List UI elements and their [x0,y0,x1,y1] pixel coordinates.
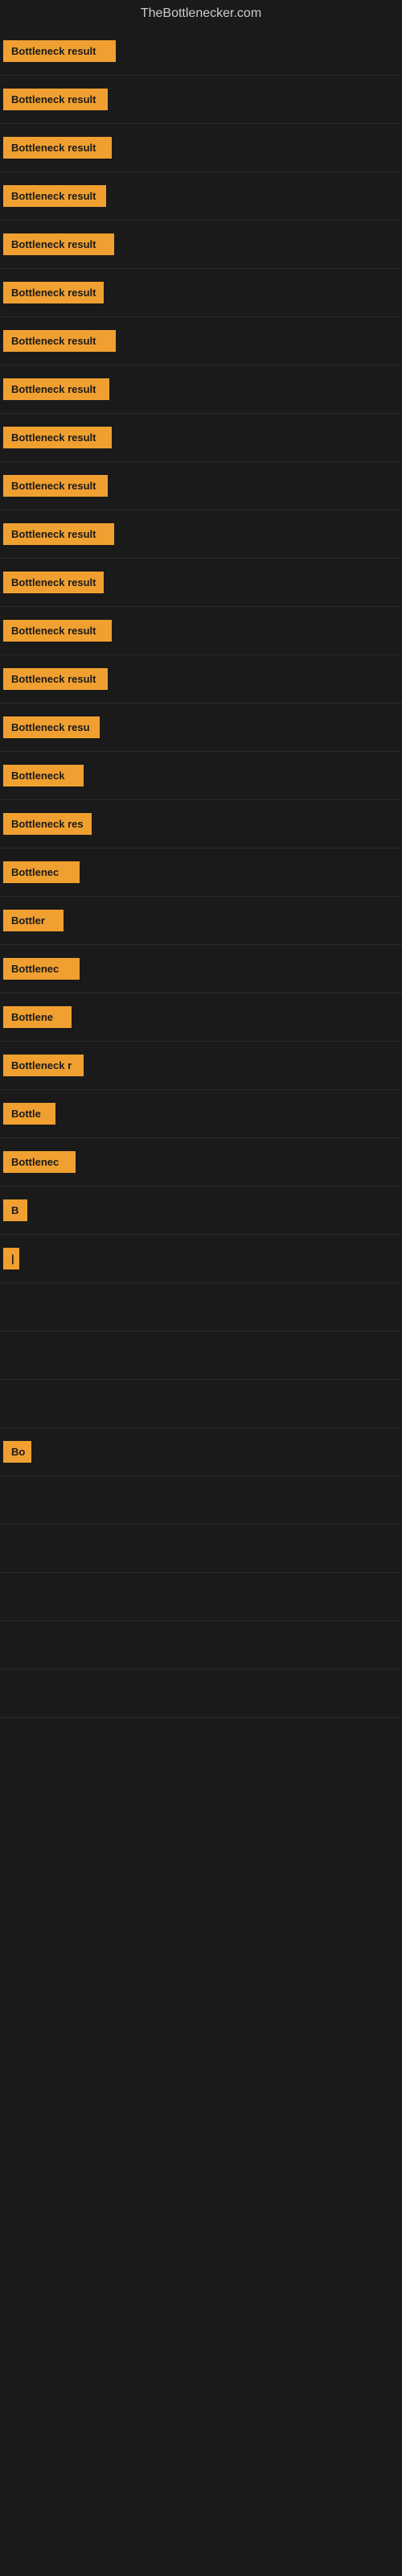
list-item: Bottle [0,1090,402,1138]
bottleneck-badge[interactable]: Bottleneck result [3,185,106,207]
bottleneck-badge[interactable]: Bottlene [3,1006,72,1028]
bottleneck-badge[interactable]: Bottleneck result [3,427,112,448]
list-item: Bottleneck result [0,269,402,317]
list-item: Bottleneck resu [0,704,402,752]
bottleneck-badge[interactable]: Bottleneck res [3,813,92,835]
bottleneck-badge[interactable]: Bottleneck result [3,668,108,690]
list-item: Bottleneck result [0,559,402,607]
bottleneck-badge[interactable]: Bottleneck result [3,137,112,159]
list-item [0,1573,402,1621]
bottleneck-badge[interactable]: Bottleneck result [3,523,114,545]
list-item [0,1621,402,1670]
bottleneck-badge[interactable]: Bottleneck result [3,378,109,400]
list-item: B [0,1187,402,1235]
bottleneck-badge[interactable]: Bottleneck result [3,282,104,303]
bottleneck-badge[interactable]: Bottleneck result [3,40,116,62]
bottleneck-badge[interactable]: Bottler [3,910,64,931]
bottleneck-badge[interactable]: | [3,1248,19,1269]
list-item: Bottleneck r [0,1042,402,1090]
list-item: Bottleneck result [0,124,402,172]
bottleneck-badge[interactable]: Bo [3,1441,31,1463]
list-item [0,1525,402,1573]
bottleneck-badge[interactable]: Bottleneck result [3,572,104,593]
bottleneck-badge[interactable]: Bottleneck resu [3,716,100,738]
list-item: | [0,1235,402,1283]
bottleneck-badge[interactable]: B [3,1199,27,1221]
list-item: Bottlenec [0,945,402,993]
list-item [0,1380,402,1428]
page-wrapper: TheBottlenecker.com Bottleneck result Bo… [0,0,402,1718]
list-item: Bottler [0,897,402,945]
bottleneck-badge[interactable]: Bottleneck r [3,1055,84,1076]
list-item: Bottleneck res [0,800,402,848]
list-item: Bottleneck result [0,510,402,559]
list-item: Bottlene [0,993,402,1042]
bottleneck-badge[interactable]: Bottleneck result [3,620,112,642]
bottleneck-badge[interactable]: Bottlenec [3,861,80,883]
list-item: Bottleneck result [0,317,402,365]
bottleneck-badge[interactable]: Bottleneck result [3,89,108,110]
list-item: Bottlenec [0,1138,402,1187]
bottleneck-badge[interactable]: Bottlenec [3,958,80,980]
bottleneck-badge[interactable]: Bottleneck result [3,233,114,255]
list-item: Bottleneck result [0,76,402,124]
list-item [0,1331,402,1380]
bottleneck-badge[interactable]: Bottlenec [3,1151,76,1173]
list-item: Bo [0,1428,402,1476]
list-item: Bottleneck result [0,27,402,76]
list-item: Bottleneck result [0,462,402,510]
list-item [0,1283,402,1331]
list-item: Bottleneck [0,752,402,800]
bottleneck-badge[interactable]: Bottle [3,1103,55,1125]
list-item: Bottleneck result [0,221,402,269]
bottleneck-badge[interactable]: Bottleneck result [3,330,116,352]
bottleneck-list: Bottleneck result Bottleneck result Bott… [0,27,402,1718]
list-item [0,1670,402,1718]
list-item: Bottleneck result [0,365,402,414]
bottleneck-badge[interactable]: Bottleneck [3,765,84,786]
list-item: Bottleneck result [0,655,402,704]
list-item: Bottleneck result [0,607,402,655]
list-item: Bottleneck result [0,414,402,462]
site-title: TheBottlenecker.com [0,0,402,27]
list-item [0,1476,402,1525]
bottleneck-badge[interactable]: Bottleneck result [3,475,108,497]
list-item: Bottleneck result [0,172,402,221]
list-item: Bottlenec [0,848,402,897]
